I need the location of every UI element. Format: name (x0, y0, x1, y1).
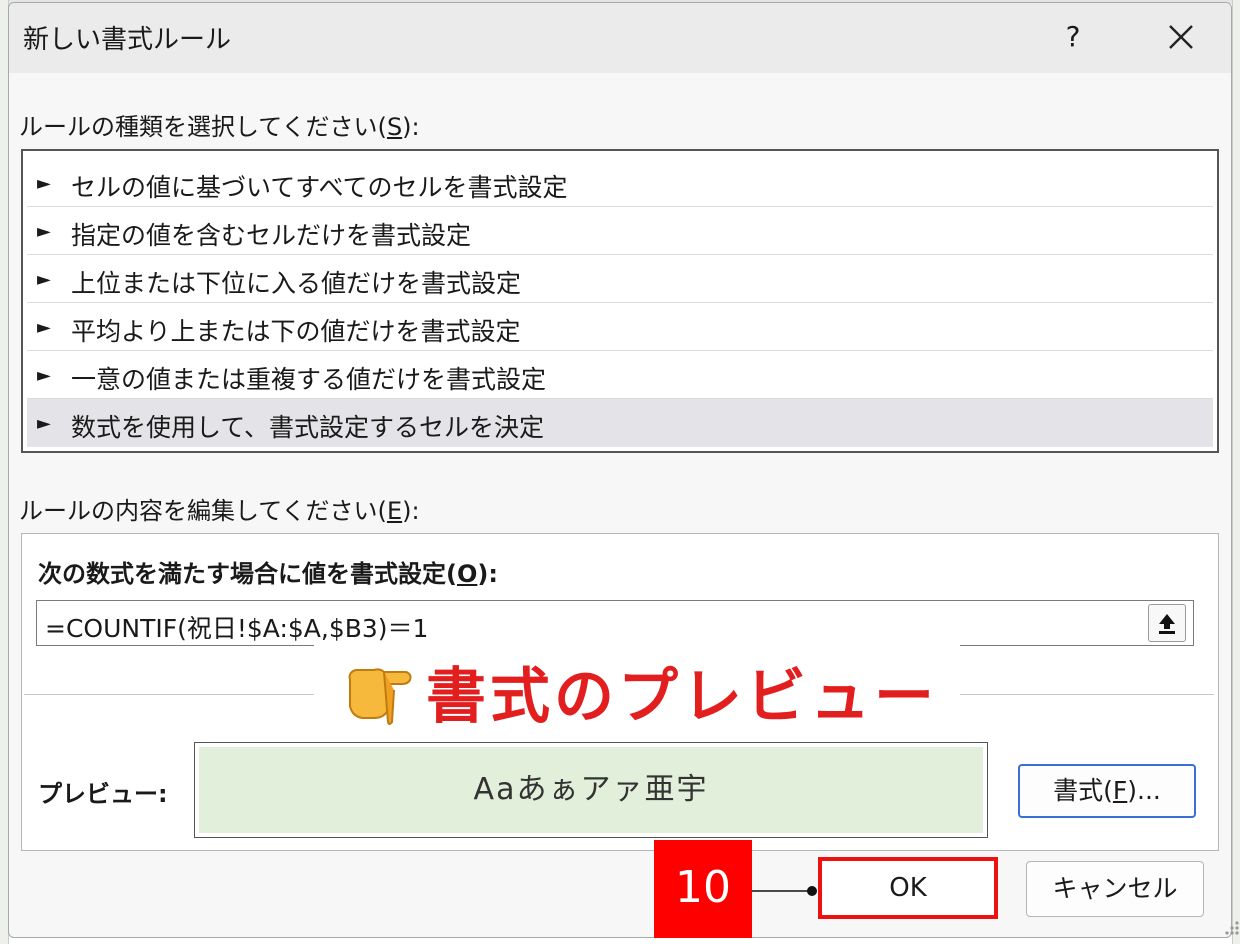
ok-button[interactable]: OK (818, 857, 998, 919)
cancel-button[interactable]: キャンセル (1026, 861, 1204, 917)
preview-sample: Aaあぁアァ亜宇 (199, 747, 983, 833)
close-icon (1169, 25, 1193, 49)
preview-label: プレビュー: (38, 780, 168, 808)
help-button[interactable]: ? (1053, 15, 1093, 59)
rule-type-item-top-bottom[interactable]: ► 上位または下位に入る値だけを書式設定 (27, 255, 1213, 303)
pointer-arrow-icon: ► (37, 365, 51, 386)
rule-type-label-text: 一意の値または重複する値だけを書式設定 (71, 365, 547, 394)
step-number-badge: 10 (654, 840, 752, 938)
rule-type-list[interactable]: ► セルの値に基づいてすべてのセルを書式設定 ► 指定の値を含むセルだけを書式設… (21, 149, 1219, 453)
pointer-arrow-icon: ► (37, 173, 51, 194)
rule-type-item-unique-duplicate[interactable]: ► 一意の値または重複する値だけを書式設定 (27, 351, 1213, 399)
title-bar: 新しい書式ルール ? (9, 3, 1231, 73)
rule-type-item-average[interactable]: ► 平均より上または下の値だけを書式設定 (27, 303, 1213, 351)
pointer-arrow-icon: ► (37, 413, 51, 434)
pointer-arrow-icon: ► (37, 221, 51, 242)
rule-type-label: ルールの種類を選択してください(S): (19, 113, 420, 141)
close-button[interactable] (1159, 15, 1203, 59)
preview-box: Aaあぁアァ亜宇 (194, 742, 988, 838)
rule-type-label-text: 平均より上または下の値だけを書式設定 (71, 317, 521, 346)
collapse-dialog-button[interactable] (1148, 604, 1186, 642)
rule-type-label-text: 数式を使用して、書式設定するセルを決定 (71, 413, 545, 442)
callout-text: 書式のプレビュー (426, 662, 938, 732)
pointing-hand-icon (348, 668, 412, 725)
rule-type-label-text: 指定の値を含むセルだけを書式設定 (71, 221, 472, 250)
resize-grip-icon[interactable] (1221, 917, 1240, 937)
dialog-title: 新しい書式ルール (23, 25, 232, 55)
pointer-arrow-icon: ► (37, 269, 51, 290)
rule-type-label-text: セルの値に基づいてすべてのセルを書式設定 (71, 173, 568, 202)
connector-line (752, 886, 817, 896)
formula-label: 次の数式を満たす場合に値を書式設定(O): (38, 560, 498, 588)
rule-edit-label: ルールの内容を編集してください(E): (19, 497, 420, 525)
rule-type-item-contains[interactable]: ► 指定の値を含むセルだけを書式設定 (27, 207, 1213, 255)
format-button[interactable]: 書式(F)... (1018, 764, 1196, 818)
pointer-arrow-icon: ► (37, 317, 51, 338)
new-format-rule-dialog: 新しい書式ルール ? ルールの種類を選択してください(S): ► セルの値に基づ… (8, 2, 1239, 938)
rule-type-item-formula[interactable]: ► 数式を使用して、書式設定するセルを決定 (27, 399, 1213, 447)
rule-type-item-all-cells[interactable]: ► セルの値に基づいてすべてのセルを書式設定 (27, 159, 1213, 207)
rule-type-label-text: 上位または下位に入る値だけを書式設定 (71, 269, 522, 298)
formula-input[interactable]: =COUNTIF(祝日!$A:$A,$B3)＝1 (36, 600, 1194, 646)
preview-callout: 書式のプレビュー (314, 642, 960, 740)
excel-background-right (1232, 0, 1240, 944)
collapse-arrow-icon (1159, 614, 1175, 634)
